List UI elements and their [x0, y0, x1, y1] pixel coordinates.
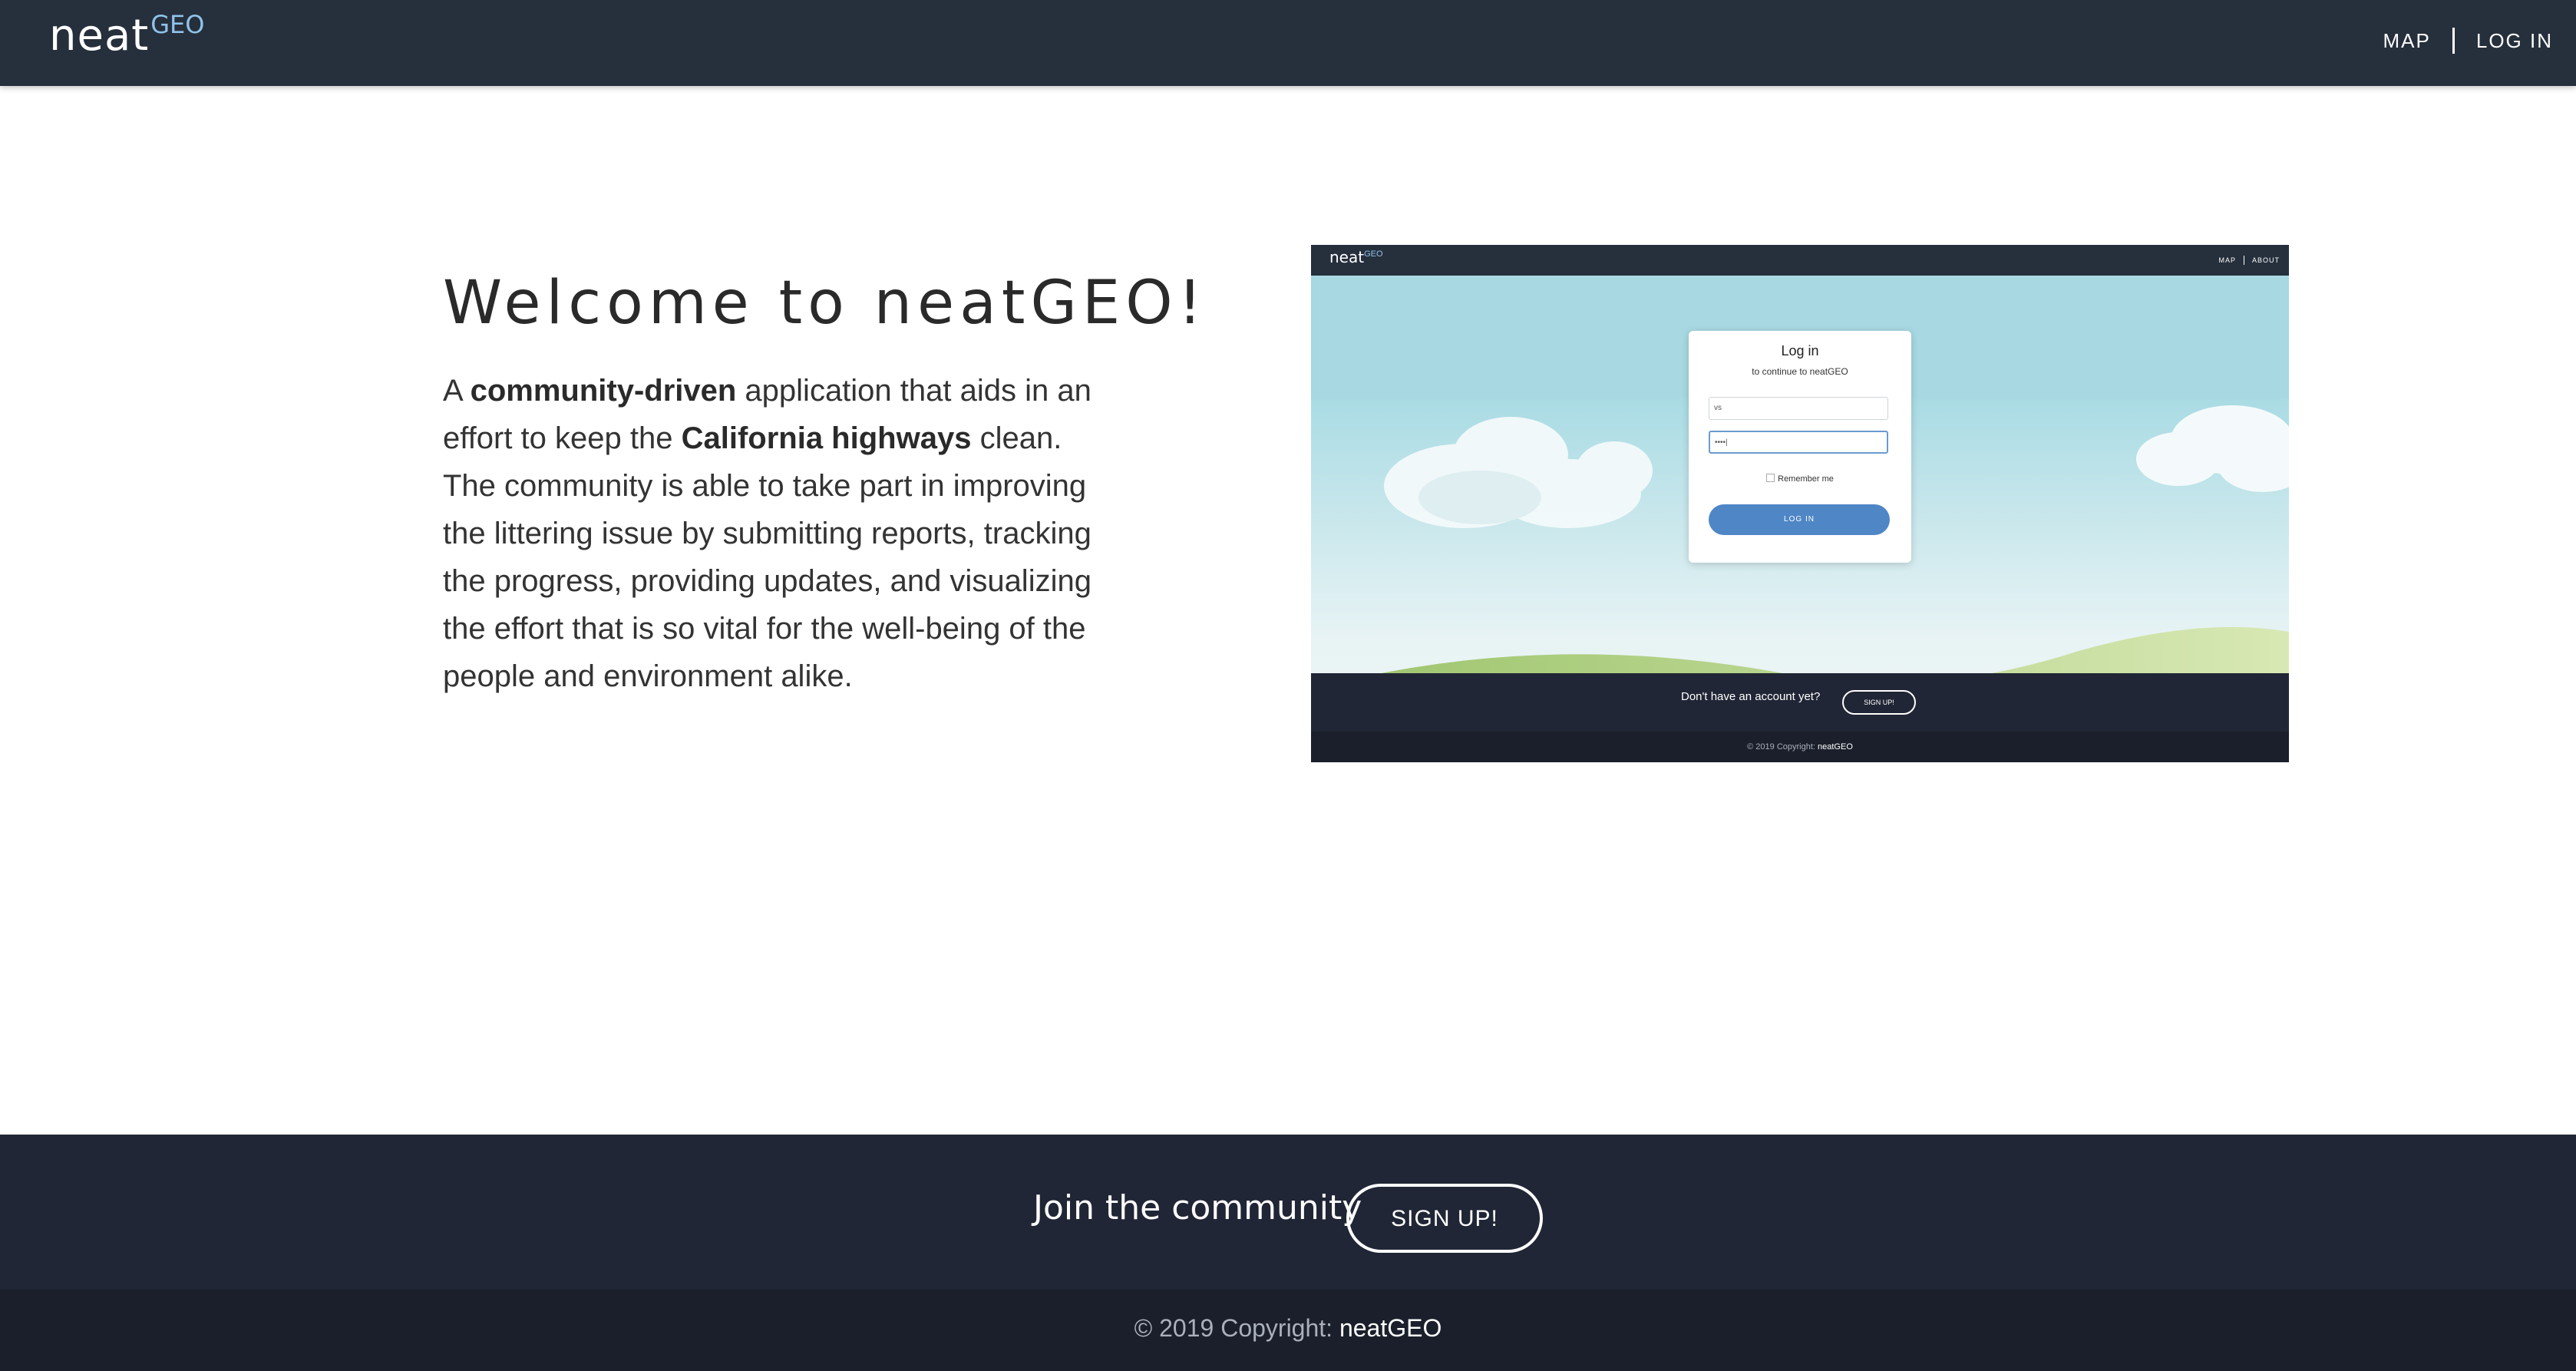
hero-text-1: A — [443, 374, 471, 408]
copyright-bar: © 2019 Copyright: neatGEO — [0, 1290, 2576, 1371]
app-preview-screenshot: neatGEO MAP ABOUT Log in to continue to … — [1311, 245, 2289, 762]
preview-login-subtitle: to continue to neatGEO — [1752, 366, 1848, 377]
preview-login-button: LOG IN — [1709, 504, 1890, 535]
preview-footer: Don't have an account yet? SIGN UP! — [1311, 673, 2289, 732]
nav-divider — [2452, 28, 2455, 54]
hero-title: Welcome to neatGEO! — [443, 269, 1207, 338]
preview-nav-about: ABOUT — [2251, 256, 2280, 264]
preview-remember-label: Remember me — [1778, 474, 1834, 484]
preview-copyright-text: © 2019 Copyright: — [1747, 742, 1818, 752]
hero-text-3: clean. The community is able to take par… — [443, 421, 1091, 693]
hero-bold-highways: California highways — [681, 421, 972, 455]
preview-remember-me: Remember me — [1689, 474, 1911, 484]
preview-login-title: Log in — [1781, 343, 1819, 358]
hero-bold-community: community-driven — [470, 374, 737, 408]
preview-logo: neatGEO — [1329, 248, 1383, 266]
preview-username-field: vs — [1709, 397, 1888, 420]
copyright-brand-link[interactable]: neatGEO — [1339, 1314, 1442, 1342]
logo-superscript: GEO — [150, 10, 205, 39]
preview-login-card: Log in to continue to neatGEO vs ••••| R… — [1689, 331, 1911, 563]
preview-signup-button: SIGN UP! — [1842, 690, 1916, 715]
signup-button[interactable]: SIGN UP! — [1346, 1184, 1543, 1253]
preview-navbar: neatGEO MAP ABOUT — [1311, 245, 2289, 276]
nav-links: MAP LOG IN — [2383, 28, 2553, 54]
preview-copyright: © 2019 Copyright: neatGEO — [1311, 732, 2289, 762]
copyright-line: © 2019 Copyright: neatGEO — [0, 1314, 2576, 1343]
preview-password-field: ••••| — [1709, 431, 1888, 454]
copyright-text: © 2019 Copyright: — [1134, 1314, 1339, 1342]
preview-checkbox — [1766, 474, 1775, 482]
preview-logo-superscript: GEO — [1364, 249, 1383, 259]
nav-login-link[interactable]: LOG IN — [2476, 29, 2553, 53]
logo[interactable]: neatGEO — [49, 10, 205, 61]
footer-cta: Join the community SIGN UP! — [0, 1135, 2576, 1290]
join-community-text: Join the community — [1033, 1188, 1362, 1227]
preview-join-text: Don't have an account yet? — [1681, 690, 1821, 703]
top-navbar: neatGEO MAP LOG IN — [0, 0, 2576, 86]
logo-word: neat — [49, 11, 150, 61]
preview-logo-word: neat — [1329, 248, 1365, 266]
preview-nav-map: MAP — [2218, 256, 2236, 264]
nav-map-link[interactable]: MAP — [2383, 29, 2431, 53]
preview-copyright-brand: neatGEO — [1818, 742, 1853, 752]
hero-description: A community-driven application that aids… — [443, 367, 1118, 700]
preview-nav: MAP ABOUT — [2218, 256, 2280, 265]
